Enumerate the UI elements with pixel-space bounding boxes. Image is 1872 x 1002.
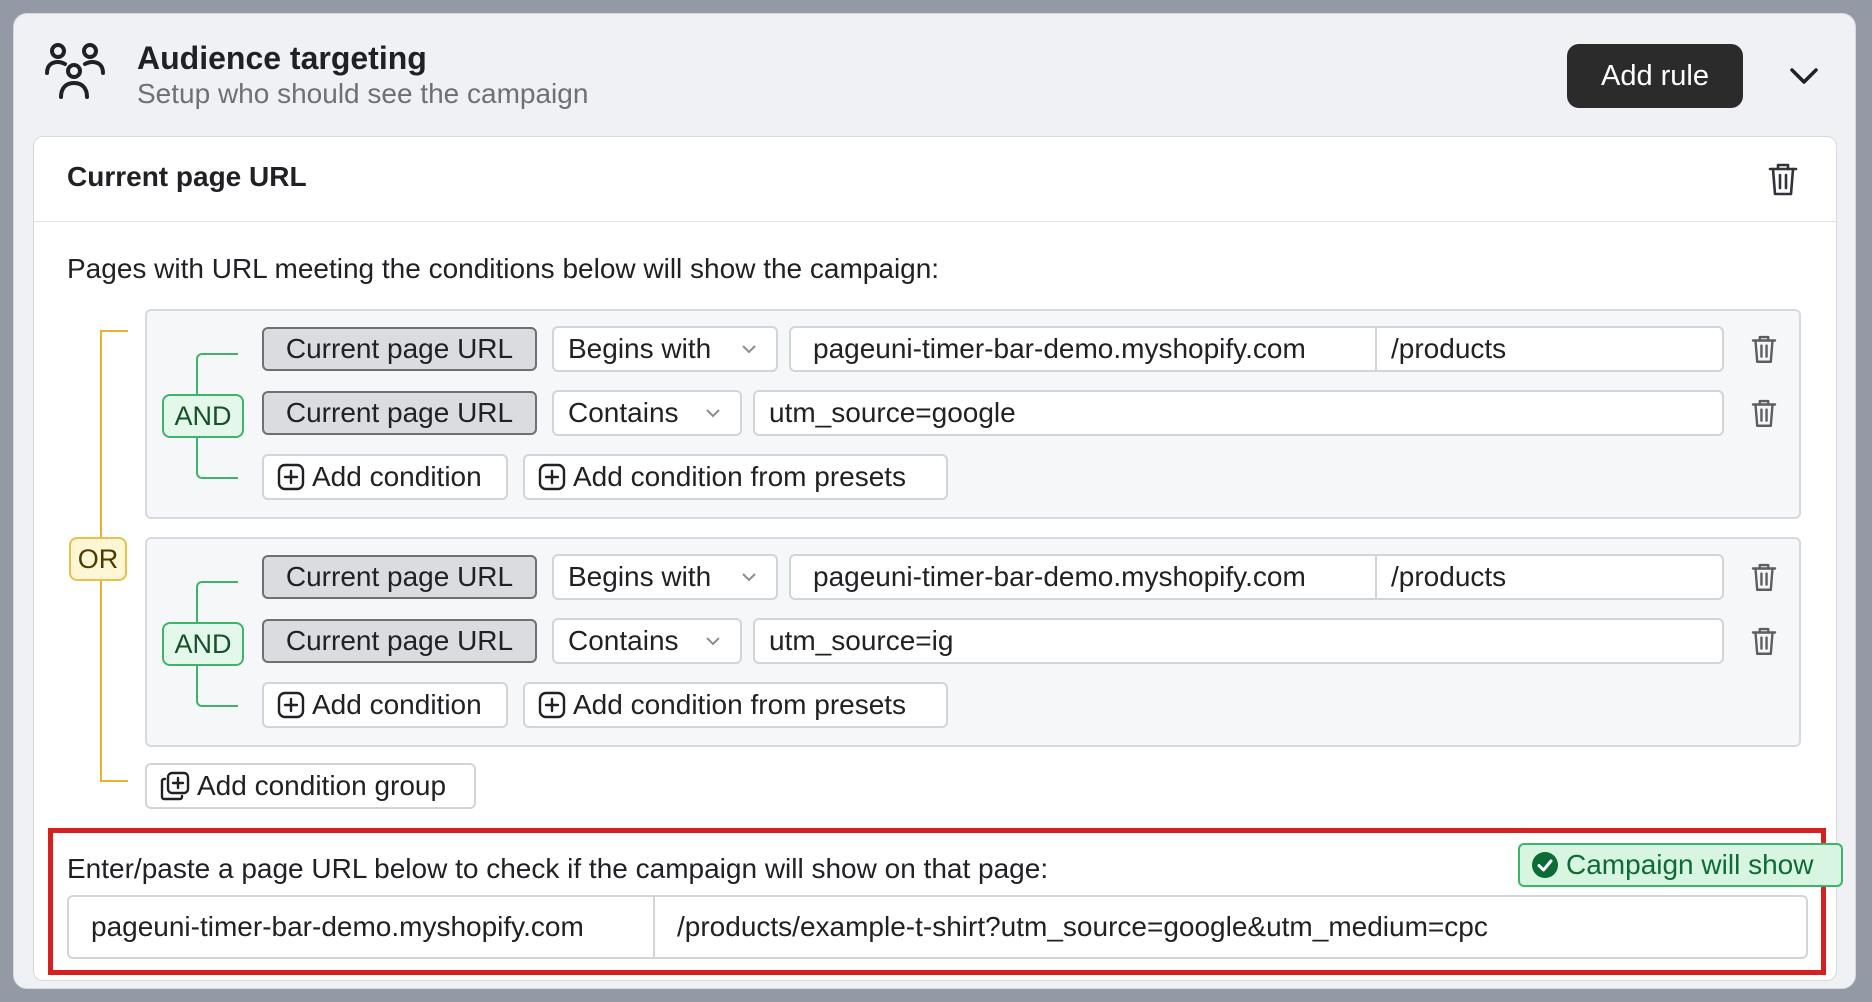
chevron-down-icon: [706, 637, 720, 646]
delete-condition-trash-icon[interactable]: [1747, 624, 1781, 658]
add-condition-presets-button[interactable]: Add condition from presets: [523, 454, 948, 500]
check-url-domain: pageuni-timer-bar-demo.myshopify.com: [69, 897, 655, 957]
condition-field-chip[interactable]: Current page URL: [262, 391, 537, 435]
operator-value: Begins with: [568, 561, 712, 592]
chevron-down-icon: [742, 573, 756, 582]
campaign-status-text: Campaign will show: [1566, 849, 1814, 880]
url-path-value: /products: [1391, 333, 1507, 364]
value-input[interactable]: utm_source=google: [753, 390, 1724, 436]
delete-rule-trash-icon[interactable]: [1763, 159, 1803, 199]
operator-select[interactable]: Begins with: [552, 326, 778, 372]
operator-value: Contains: [568, 397, 679, 428]
condition-field-chip[interactable]: Current page URL: [262, 555, 537, 599]
rule-title: Current page URL: [67, 161, 307, 192]
and-badge: AND: [162, 394, 244, 438]
plus-square-icon: [277, 691, 305, 719]
url-path-value: /products: [1391, 561, 1507, 592]
section-subtitle: Setup who should see the campaign: [137, 78, 589, 109]
check-circle-icon: [1532, 852, 1558, 878]
and-badge: AND: [162, 622, 244, 666]
add-condition-presets-button[interactable]: Add condition from presets: [523, 682, 948, 728]
chevron-down-icon[interactable]: [1784, 60, 1824, 92]
url-input[interactable]: pageuni-timer-bar-demo.myshopify.com /pr…: [789, 326, 1724, 372]
rule-intro-text: Pages with URL meeting the conditions be…: [67, 253, 940, 284]
operator-select[interactable]: Begins with: [552, 554, 778, 600]
url-input[interactable]: pageuni-timer-bar-demo.myshopify.com /pr…: [789, 554, 1724, 600]
url-domain-prefix: pageuni-timer-bar-demo.myshopify.com: [791, 328, 1377, 370]
value-input[interactable]: utm_source=ig: [753, 618, 1724, 664]
plus-square-icon: [538, 463, 566, 491]
rule-panel: Current page URL Pages with URL meeting …: [33, 136, 1843, 981]
plus-copy-icon: [160, 771, 190, 801]
rule-header: Current page URL: [34, 137, 1836, 222]
condition-value: utm_source=google: [769, 397, 1016, 428]
delete-condition-trash-icon[interactable]: [1747, 396, 1781, 430]
add-condition-group-label: Add condition group: [197, 770, 447, 801]
operator-select[interactable]: Contains: [552, 390, 742, 436]
url-domain-prefix: pageuni-timer-bar-demo.myshopify.com: [791, 556, 1377, 598]
url-checker-box: Enter/paste a page URL below to check if…: [48, 828, 1843, 975]
add-condition-button[interactable]: Add condition: [262, 682, 508, 728]
condition-group: AND Current page URL Begins with pageuni…: [145, 309, 1801, 519]
plus-square-icon: [538, 691, 566, 719]
section-title: Audience targeting: [137, 40, 427, 76]
url-checker-label: Enter/paste a page URL below to check if…: [67, 853, 1049, 884]
people-group-icon: [45, 43, 105, 99]
delete-condition-trash-icon[interactable]: [1747, 332, 1781, 366]
add-condition-button[interactable]: Add condition: [262, 454, 508, 500]
operator-value: Contains: [568, 625, 679, 656]
add-rule-button[interactable]: Add rule: [1567, 44, 1743, 108]
add-condition-label: Add condition: [312, 689, 482, 720]
delete-condition-trash-icon[interactable]: [1747, 560, 1781, 594]
chevron-down-icon: [706, 409, 720, 418]
condition-field-chip[interactable]: Current page URL: [262, 327, 537, 371]
operator-value: Begins with: [568, 333, 712, 364]
audience-targeting-card: Audience targeting Setup who should see …: [13, 13, 1856, 989]
add-condition-presets-label: Add condition from presets: [573, 461, 907, 492]
condition-field-chip[interactable]: Current page URL: [262, 619, 537, 663]
add-condition-group-button[interactable]: Add condition group: [145, 763, 476, 809]
plus-square-icon: [277, 463, 305, 491]
campaign-status-badge: Campaign will show: [1518, 843, 1843, 887]
check-url-input[interactable]: pageuni-timer-bar-demo.myshopify.com /pr…: [67, 895, 1808, 959]
condition-group: AND Current page URL Begins with pageuni…: [145, 537, 1801, 747]
add-condition-label: Add condition: [312, 461, 482, 492]
add-condition-presets-label: Add condition from presets: [573, 689, 907, 720]
or-badge: OR: [69, 537, 127, 581]
chevron-down-icon: [742, 345, 756, 354]
operator-select[interactable]: Contains: [552, 618, 742, 664]
condition-value: utm_source=ig: [769, 625, 954, 656]
check-url-path: /products/example-t-shirt?utm_source=goo…: [677, 911, 1488, 942]
